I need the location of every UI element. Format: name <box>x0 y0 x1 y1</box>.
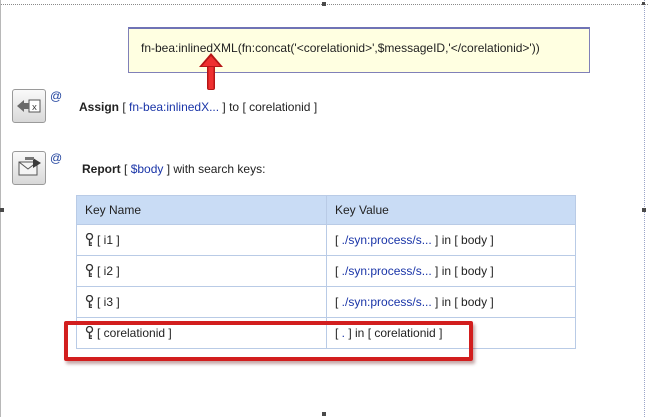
highlight-annotation-box <box>64 321 473 361</box>
key-value-header: Key Value <box>326 195 576 225</box>
report-open-bracket: [ <box>120 162 131 176</box>
assign-to-text: ] to [ <box>219 100 250 114</box>
key-name-cell[interactable]: [ i1 ] <box>76 224 327 256</box>
key-value-variable[interactable]: ] in [ body ] <box>432 264 494 278</box>
assign-action-icon[interactable]: x <box>12 89 46 123</box>
resize-handle-top[interactable] <box>322 2 326 6</box>
assign-keyword: Assign <box>79 100 120 114</box>
report-keyword: Report <box>82 162 121 176</box>
svg-text:x: x <box>32 103 37 113</box>
assign-arrow-icon: x <box>17 99 41 113</box>
key-name-header: Key Name <box>76 195 327 225</box>
assign-action-line: Assign [ fn-bea:inlinedX... ] to [ corel… <box>79 100 317 114</box>
key-value-xpath-link[interactable]: ./syn:process/s... <box>342 295 432 309</box>
resize-handle-right[interactable] <box>642 208 646 212</box>
resize-handle-top-right[interactable] <box>642 2 645 5</box>
table-row[interactable]: [ i3 ] [ ./syn:process/s... ] in [ body … <box>76 286 576 318</box>
assign-variable[interactable]: corelationid <box>249 100 310 114</box>
key-name-cell[interactable]: [ i3 ] <box>76 286 327 318</box>
value-open-bracket: [ <box>335 264 342 278</box>
key-name-cell[interactable]: [ i2 ] <box>76 255 327 287</box>
table-row[interactable]: [ i2 ] [ ./syn:process/s... ] in [ body … <box>76 255 576 287</box>
table-header-row: Key Name Key Value <box>76 195 576 225</box>
resize-handle-left[interactable] <box>0 208 4 212</box>
red-up-arrow-icon <box>199 53 223 90</box>
key-icon <box>85 295 94 309</box>
assign-at-marker[interactable]: @ <box>50 89 62 103</box>
report-at-marker[interactable]: @ <box>50 151 62 165</box>
table-row[interactable]: [ i1 ] [ ./syn:process/s... ] in [ body … <box>76 224 576 256</box>
key-value-xpath-link[interactable]: ./syn:process/s... <box>342 264 432 278</box>
value-open-bracket: [ <box>335 233 342 247</box>
report-body-link[interactable]: $body <box>131 162 164 176</box>
resize-handle-bottom[interactable] <box>322 412 326 416</box>
design-canvas: fn-bea:inlinedXML(fn:concat('<corelation… <box>0 0 648 417</box>
report-action-line: Report [ $body ] with search keys: <box>82 162 265 176</box>
assign-close-bracket: ] <box>310 100 318 114</box>
key-value-cell[interactable]: [ ./syn:process/s... ] in [ body ] <box>326 255 576 287</box>
key-value-variable[interactable]: ] in [ body ] <box>432 233 494 247</box>
value-open-bracket: [ <box>335 295 342 309</box>
key-value-cell[interactable]: [ ./syn:process/s... ] in [ body ] <box>326 224 576 256</box>
key-name-text[interactable]: [ i1 ] <box>97 233 120 247</box>
report-action-icon[interactable] <box>12 151 46 185</box>
report-suffix: ] with search keys: <box>163 162 266 176</box>
key-name-text[interactable]: [ i2 ] <box>97 264 120 278</box>
key-value-cell[interactable]: [ ./syn:process/s... ] in [ body ] <box>326 286 576 318</box>
assign-expression-link[interactable]: fn-bea:inlinedX... <box>129 100 219 114</box>
key-name-text[interactable]: [ i3 ] <box>97 295 120 309</box>
key-value-variable[interactable]: ] in [ body ] <box>432 295 494 309</box>
key-icon <box>85 233 94 247</box>
report-envelope-icon <box>18 157 41 176</box>
key-icon <box>85 264 94 278</box>
key-value-xpath-link[interactable]: ./syn:process/s... <box>342 233 432 247</box>
